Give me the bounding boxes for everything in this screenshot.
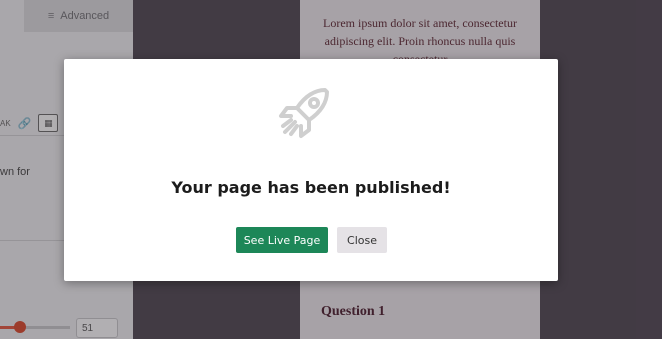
rocket-icon xyxy=(279,88,329,138)
modal-title: Your page has been published! xyxy=(171,178,451,197)
close-button[interactable]: Close xyxy=(337,227,387,253)
see-live-page-button[interactable]: See Live Page xyxy=(236,227,328,253)
